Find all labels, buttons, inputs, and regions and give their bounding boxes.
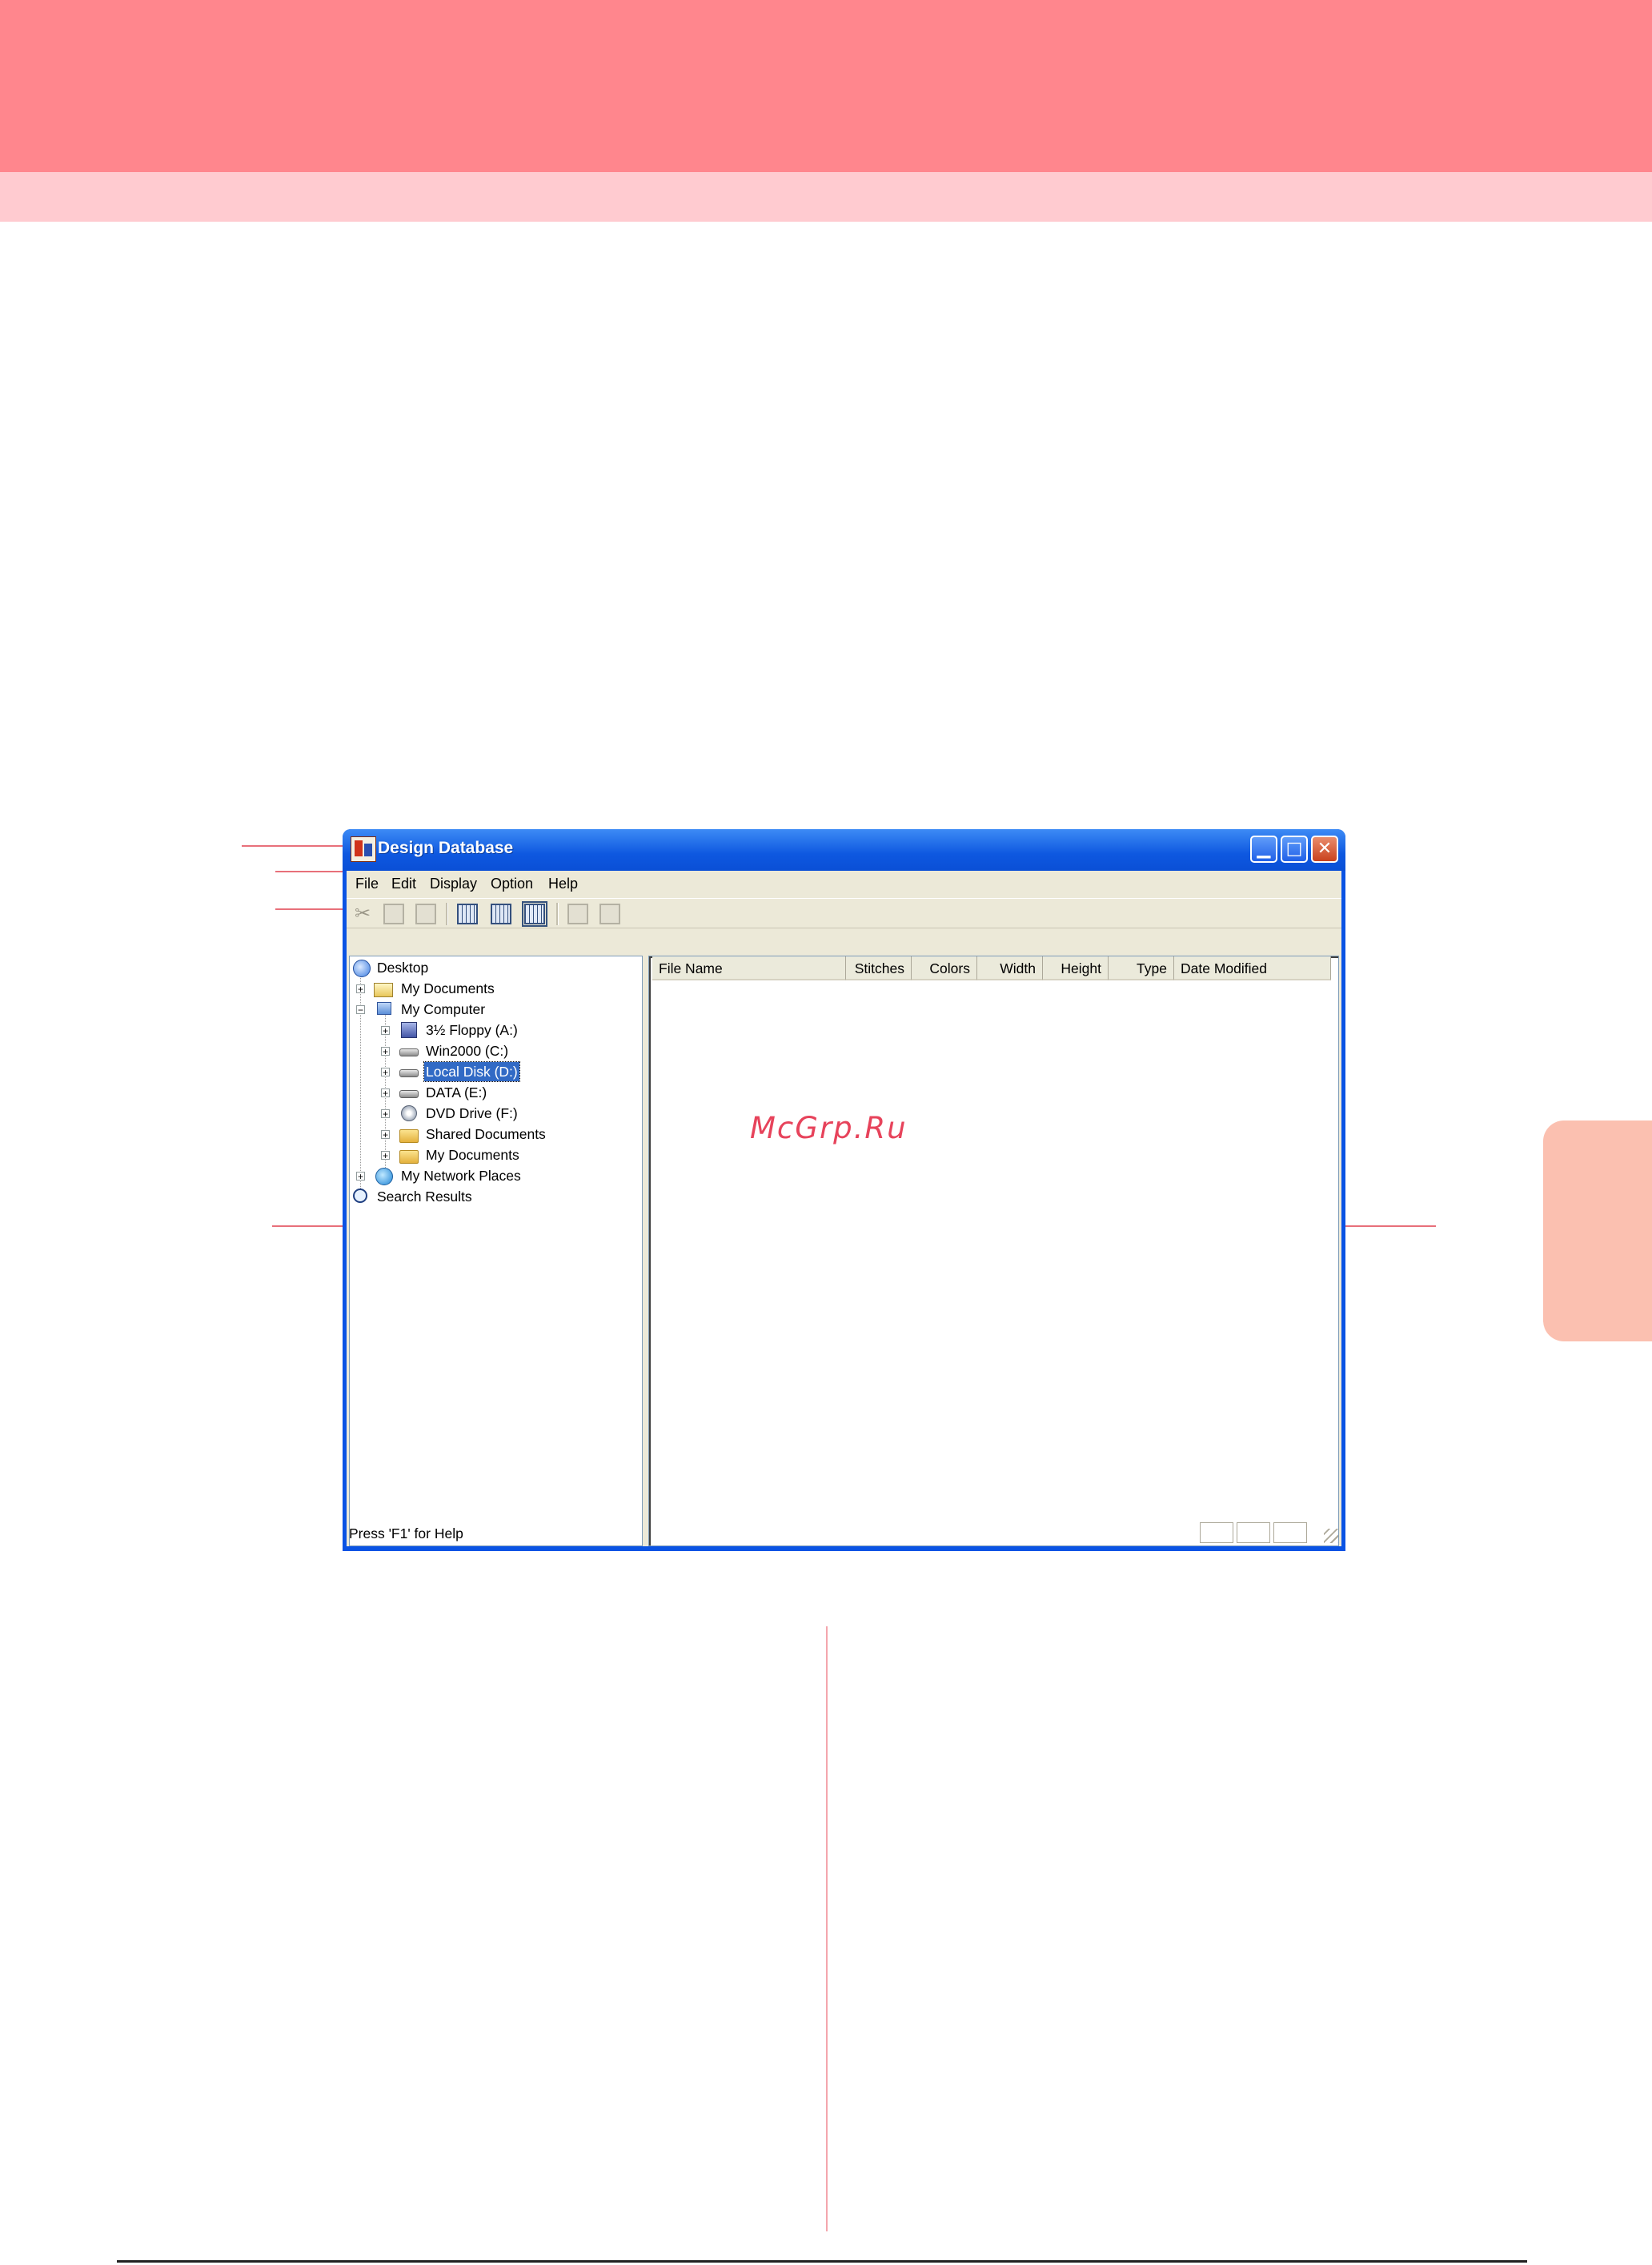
status-pane <box>1273 1522 1307 1543</box>
callout-line-menu <box>275 871 352 872</box>
status-text: Press 'F1' for Help <box>349 1525 463 1541</box>
minimize-button[interactable]: ▁ <box>1250 836 1277 863</box>
list-view-icon[interactable] <box>491 904 511 924</box>
expand-icon[interactable]: + <box>381 1026 390 1036</box>
column-header-file-name[interactable]: File Name <box>652 956 846 980</box>
column-header-height[interactable]: Height <box>1043 956 1109 980</box>
expand-icon[interactable]: + <box>381 1109 390 1119</box>
column-divider <box>826 1626 828 2231</box>
tree-label: Win2000 (C:) <box>426 1043 509 1059</box>
menu-help[interactable]: Help <box>548 876 578 892</box>
status-bar: Press 'F1' for Help <box>347 1517 1341 1546</box>
window-client: File Edit Display Option Help ✂ Desktop … <box>347 871 1341 1546</box>
folder-icon <box>399 1150 419 1164</box>
watermark: McGrp.Ru <box>750 1111 908 1145</box>
toolbar: ✂ <box>347 898 1341 928</box>
collapse-icon[interactable]: − <box>356 1005 365 1015</box>
toolbar-separator <box>446 903 448 925</box>
status-pane <box>1237 1522 1270 1543</box>
floppy-drive-icon <box>401 1022 417 1038</box>
expand-icon[interactable]: + <box>381 1068 390 1077</box>
menu-edit[interactable]: Edit <box>391 876 416 892</box>
close-button[interactable]: ✕ <box>1311 836 1338 863</box>
bottom-rule <box>117 2260 1527 2263</box>
hard-disk-icon <box>399 1069 419 1077</box>
desktop-icon <box>353 960 371 977</box>
tree-label: My Computer <box>401 1001 486 1017</box>
tree-label: My Network Places <box>401 1168 521 1184</box>
minimize-icon: ▁ <box>1257 839 1271 859</box>
header-band <box>0 0 1652 172</box>
title-bar[interactable]: Design Database ▁ □ ✕ <box>343 829 1345 871</box>
status-pane <box>1200 1522 1233 1543</box>
column-header-type[interactable]: Type <box>1109 956 1174 980</box>
design-database-window: Design Database ▁ □ ✕ File Edit Display … <box>343 829 1345 1551</box>
maximize-button[interactable]: □ <box>1281 836 1308 863</box>
large-icons-view-icon[interactable] <box>457 904 478 924</box>
details-view-icon[interactable] <box>522 901 547 927</box>
expand-icon[interactable]: + <box>356 984 365 994</box>
expand-icon[interactable]: + <box>381 1088 390 1098</box>
column-header-stitches[interactable]: Stitches <box>846 956 912 980</box>
network-icon <box>375 1168 393 1185</box>
convert-icon[interactable] <box>599 904 620 924</box>
expand-icon[interactable]: + <box>381 1151 390 1161</box>
expand-icon[interactable]: + <box>356 1172 365 1181</box>
maximize-icon: □ <box>1285 839 1303 859</box>
subheader-band <box>0 172 1652 222</box>
copy-icon[interactable] <box>383 904 404 924</box>
column-header-colors[interactable]: Colors <box>912 956 977 980</box>
tree-label: 3½ Floppy (A:) <box>426 1022 518 1038</box>
app-icon[interactable] <box>351 836 376 862</box>
column-header-date-modified[interactable]: Date Modified <box>1174 956 1331 980</box>
tree-label: Desktop <box>377 960 429 976</box>
callout-line-title <box>242 845 349 847</box>
column-header-width[interactable]: Width <box>977 956 1043 980</box>
tree-label: My Documents <box>401 980 495 996</box>
computer-icon <box>377 1002 391 1015</box>
dvd-drive-icon <box>401 1105 417 1121</box>
documents-icon <box>374 983 393 997</box>
chapter-tab <box>1543 1120 1652 1341</box>
tree-label: Shared Documents <box>426 1126 546 1142</box>
menu-display[interactable]: Display <box>430 876 477 892</box>
menu-bar: File Edit Display Option Help <box>347 871 1341 896</box>
menu-file[interactable]: File <box>355 876 379 892</box>
hard-disk-icon <box>399 1048 419 1056</box>
file-list[interactable]: File Name Stitches Colors Width Height T… <box>648 956 1339 1546</box>
expand-icon[interactable]: + <box>381 1047 390 1056</box>
menu-option[interactable]: Option <box>491 876 533 892</box>
resize-grip[interactable] <box>1324 1529 1338 1543</box>
tree-label: DATA (E:) <box>426 1084 487 1100</box>
toolbar-separator <box>556 903 559 925</box>
tree-label: DVD Drive (F:) <box>426 1105 518 1121</box>
tree-label-selected: Local Disk (D:) <box>423 1061 520 1082</box>
expand-icon[interactable]: + <box>381 1130 390 1140</box>
folder-icon <box>399 1129 419 1143</box>
hard-disk-icon <box>399 1090 419 1098</box>
close-icon: ✕ <box>1317 839 1333 859</box>
properties-icon[interactable] <box>567 904 588 924</box>
paste-icon[interactable] <box>415 904 436 924</box>
tree-label: Search Results <box>377 1189 472 1205</box>
search-icon <box>353 1189 367 1203</box>
folder-tree[interactable]: Desktop + My Documents − My Computer + 3… <box>349 956 643 1546</box>
cut-icon[interactable]: ✂ <box>355 902 371 924</box>
window-title: Design Database <box>378 839 514 857</box>
tree-label: My Documents <box>426 1147 519 1163</box>
